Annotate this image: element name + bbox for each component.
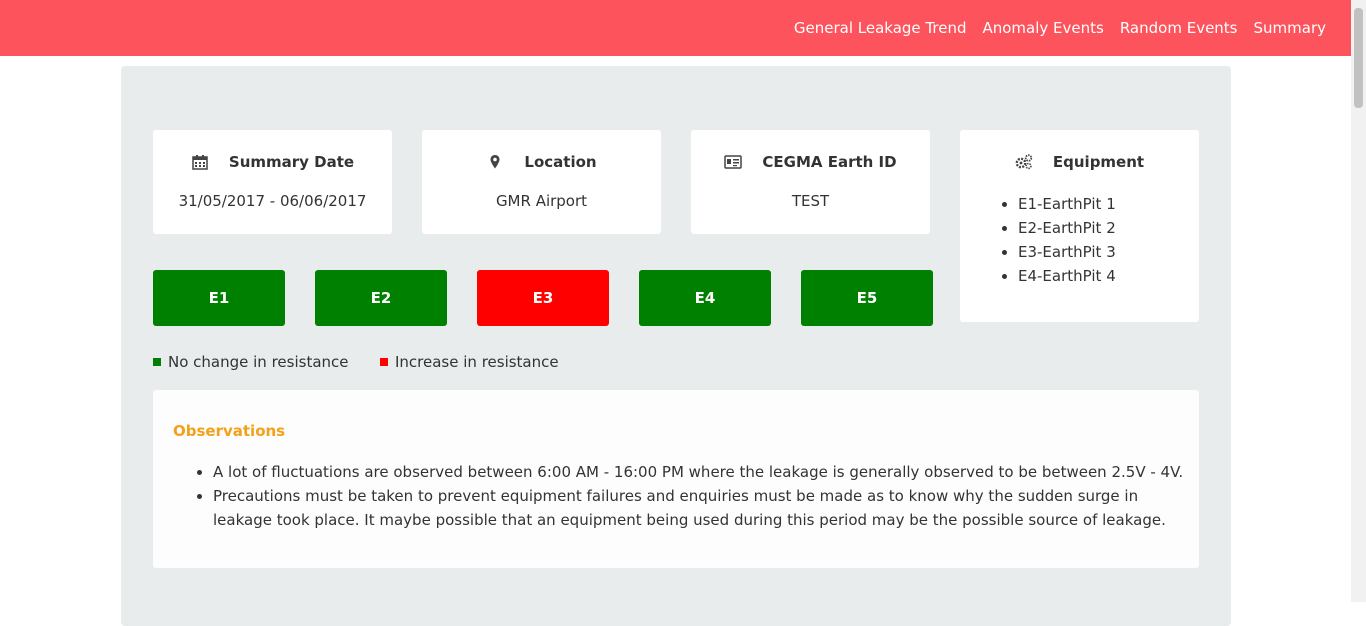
gears-icon [1015, 153, 1033, 171]
equipment-header: Equipment [960, 150, 1199, 174]
legend-green-swatch [153, 358, 161, 366]
earth-id-value: TEST [791, 192, 830, 210]
equipment-item: E3-EarthPit 3 [1018, 240, 1116, 264]
summary-date-header: Summary Date [153, 150, 392, 174]
earth-pit-e1-button[interactable]: E1 [153, 270, 285, 326]
nav-link-anomaly-events[interactable]: Anomaly Events [982, 19, 1103, 37]
nav-link-summary[interactable]: Summary [1254, 19, 1327, 37]
earth-pit-e2-button[interactable]: E2 [315, 270, 447, 326]
summary-date-value: 31/05/2017 - 06/06/2017 [178, 192, 367, 210]
legend-no-change: No change in resistance [153, 352, 349, 372]
equipment-item: E1-EarthPit 1 [1018, 192, 1116, 216]
equipment-item: E2-EarthPit 2 [1018, 216, 1116, 240]
location-value: GMR Airport [495, 192, 588, 210]
location-title: Location [524, 153, 597, 171]
legend-increase: Increase in resistance [380, 352, 559, 372]
nav-link-general-leakage-trend[interactable]: General Leakage Trend [794, 19, 967, 37]
scrollbar-thumb[interactable] [1354, 8, 1363, 108]
observations-list: A lot of fluctuations are observed betwe… [193, 460, 1193, 532]
earth-pit-e4-button[interactable]: E4 [639, 270, 771, 326]
equipment-item: E4-EarthPit 4 [1018, 264, 1116, 288]
earth-pit-e3-button[interactable]: E3 [477, 270, 609, 326]
id-card-icon [724, 153, 743, 171]
earth-id-card: CEGMA Earth ID TEST [691, 130, 930, 234]
observations-card: Observations A lot of fluctuations are o… [153, 390, 1199, 568]
equipment-title: Equipment [1052, 153, 1145, 171]
location-header: Location [422, 150, 661, 174]
map-marker-icon [486, 153, 504, 171]
legend-red-swatch [380, 358, 388, 366]
observation-item: A lot of fluctuations are observed betwe… [213, 460, 1193, 484]
earth-id-title: CEGMA Earth ID [762, 153, 897, 171]
calendar-icon [191, 153, 209, 171]
legend-increase-label: Increase in resistance [395, 353, 559, 371]
equipment-card: Equipment E1-EarthPit 1 E2-EarthPit 2 E3… [960, 130, 1199, 322]
observation-item: Precautions must be taken to prevent equ… [213, 484, 1193, 532]
nav-links: General Leakage Trend Anomaly Events Ran… [778, 0, 1326, 56]
observations-title: Observations [173, 422, 286, 440]
legend-no-change-label: No change in resistance [168, 353, 349, 371]
earth-id-header: CEGMA Earth ID [691, 150, 930, 174]
summary-date-card: Summary Date 31/05/2017 - 06/06/2017 [153, 130, 392, 234]
location-card: Location GMR Airport [422, 130, 661, 234]
earth-pit-e5-button[interactable]: E5 [801, 270, 933, 326]
top-navbar: General Leakage Trend Anomaly Events Ran… [0, 0, 1366, 56]
summary-date-title: Summary Date [228, 153, 355, 171]
equipment-list: E1-EarthPit 1 E2-EarthPit 2 E3-EarthPit … [1000, 192, 1116, 288]
nav-link-random-events[interactable]: Random Events [1120, 19, 1238, 37]
page-scrollbar[interactable] [1351, 0, 1366, 602]
